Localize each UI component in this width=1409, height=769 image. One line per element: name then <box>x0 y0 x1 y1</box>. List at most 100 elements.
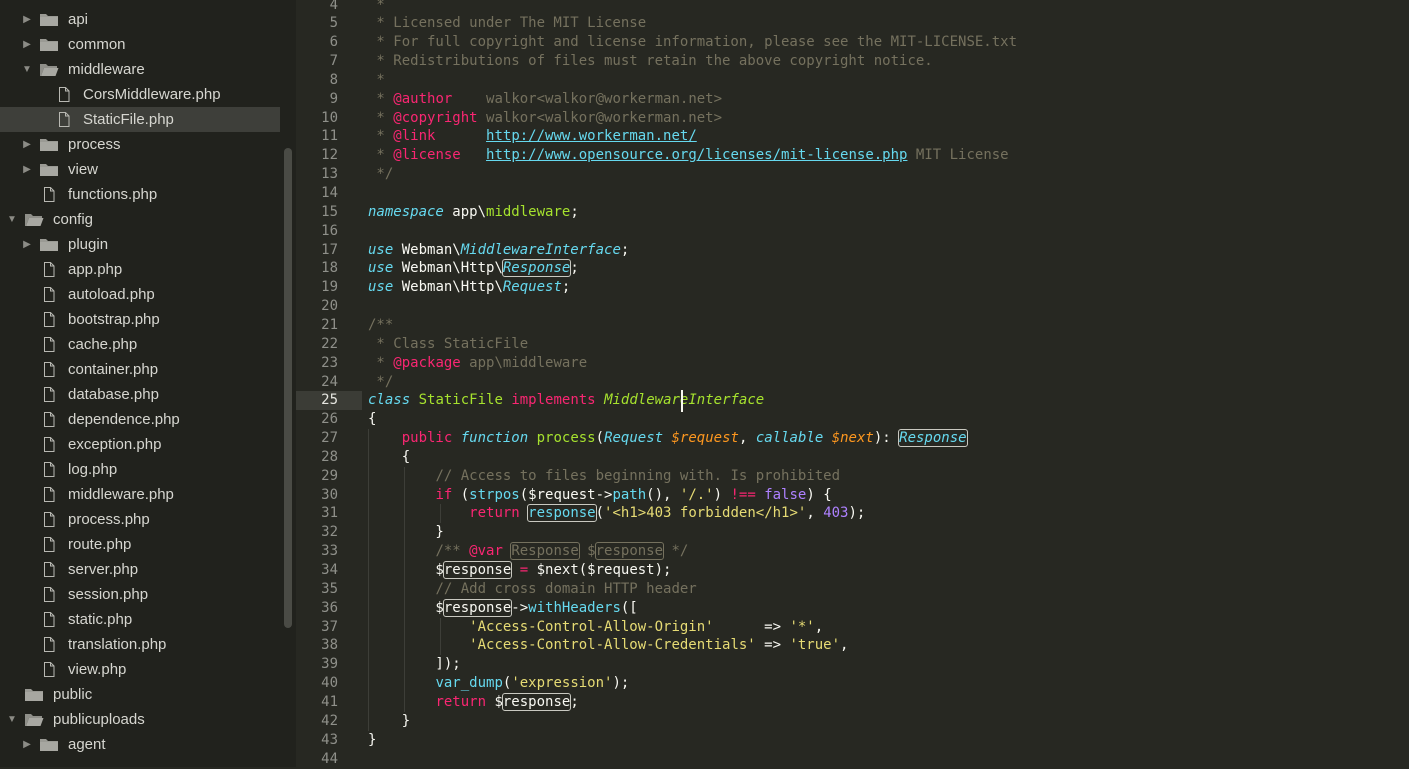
tree-folder[interactable]: ▶ agent <box>0 732 280 757</box>
tree-file[interactable]: route.php <box>0 532 280 557</box>
tree-file[interactable]: translation.php <box>0 632 280 657</box>
code-line[interactable]: * @author walkor<walkor@workerman.net> <box>368 90 722 109</box>
code-token: ): <box>873 430 900 447</box>
code-line[interactable]: * Redistributions of files must retain t… <box>368 52 932 71</box>
code-line[interactable]: namespace app\middleware; <box>368 203 579 222</box>
code-line[interactable]: } <box>368 712 410 731</box>
tree-file[interactable]: process.php <box>0 507 280 532</box>
chevron-down-icon[interactable]: ▼ <box>21 57 33 82</box>
code-editor[interactable]: 4 5 6 7 8 9 10 11 12 13 14 15 16 17 18 19 20 21 22 23 24 25 26… <box>296 0 1409 767</box>
tree-file[interactable]: log.php <box>0 457 280 482</box>
code-line[interactable]: * @license http://www.opensource.org/lic… <box>368 146 1008 165</box>
code-line[interactable]: // Add cross domain HTTP header <box>368 580 696 599</box>
tree-file[interactable]: session.php <box>0 582 280 607</box>
tree-file[interactable]: server.php <box>0 557 280 582</box>
code-line[interactable]: * @link http://www.workerman.net/ <box>368 127 696 146</box>
tree-folder[interactable]: ▶ api <box>0 7 280 32</box>
code-line[interactable]: class StaticFile implements MiddlewareIn… <box>368 391 764 410</box>
line-number: 23 <box>321 354 338 371</box>
code-line[interactable]: // Access to files beginning with. Is pr… <box>368 467 840 486</box>
code-token: (), <box>646 486 680 503</box>
tree-file[interactable]: cache.php <box>0 332 280 357</box>
code-line[interactable]: * Class StaticFile <box>368 335 528 354</box>
tree-folder[interactable]: ▼ config <box>0 207 280 232</box>
file-icon <box>39 411 59 428</box>
tree-file[interactable]: StaticFile.php <box>0 107 280 132</box>
code-line[interactable]: { <box>368 448 410 467</box>
chevron-right-icon[interactable]: ▶ <box>21 7 33 32</box>
code-line[interactable]: * @package app\middleware <box>368 354 587 373</box>
tree-folder[interactable]: ▶ process <box>0 132 280 157</box>
tree-folder[interactable]: ▶ view <box>0 157 280 182</box>
code-line[interactable]: { <box>368 410 376 429</box>
tree-file[interactable]: dependence.php <box>0 407 280 432</box>
line-number: 28 <box>321 448 338 465</box>
tree-file[interactable]: autoload.php <box>0 282 280 307</box>
code-line[interactable]: 'Access-Control-Allow-Origin' => '*', <box>368 618 823 637</box>
code-token: ); <box>848 505 866 522</box>
line-number-gutter: 4 5 6 7 8 9 10 11 12 13 14 15 16 17 18 19 20 21 22 23 24 25 26… <box>296 0 362 767</box>
tree-folder[interactable]: ▶ common <box>0 32 280 57</box>
chevron-down-icon[interactable]: ▼ <box>6 707 18 732</box>
code-line[interactable]: return $response; <box>368 692 579 712</box>
code-line[interactable]: * Licensed under The MIT License <box>368 14 646 33</box>
chevron-right-icon[interactable]: ▶ <box>21 232 33 257</box>
tree-file[interactable]: CorsMiddleware.php <box>0 82 280 107</box>
code-line[interactable]: */ <box>368 165 393 184</box>
code-line[interactable]: * <box>368 71 384 90</box>
line-number: 41 <box>321 693 338 710</box>
chevron-down-icon[interactable]: ▼ <box>6 207 18 232</box>
code-line[interactable]: use Webman\MiddlewareInterface; <box>368 241 629 260</box>
chevron-right-icon[interactable]: ▶ <box>21 32 33 57</box>
code-line[interactable]: $response = $next($request); <box>368 561 671 580</box>
code-line[interactable]: var_dump('expression'); <box>368 674 629 693</box>
tree-file[interactable]: database.php <box>0 382 280 407</box>
code-token: response <box>594 542 665 561</box>
tree-folder[interactable]: ▶ plugin <box>0 232 280 257</box>
tree-file[interactable]: app.php <box>0 257 280 282</box>
code-token: * <box>368 128 394 145</box>
chevron-right-icon[interactable]: ▶ <box>21 132 33 157</box>
code-line[interactable]: */ <box>368 373 393 392</box>
code-line[interactable]: } <box>368 731 376 750</box>
code-line[interactable]: * @copyright walkor<walkor@workerman.net… <box>368 109 722 128</box>
tree-folder[interactable]: ▼ middleware <box>0 57 280 82</box>
tree-file[interactable]: view.php <box>0 657 280 682</box>
chevron-right-icon[interactable]: ▶ <box>21 732 33 757</box>
code-line[interactable]: public function process(Request $request… <box>368 429 968 448</box>
code-line[interactable]: /** <box>368 316 393 335</box>
code-token: 'true' <box>789 637 841 654</box>
code-line[interactable]: * <box>368 0 384 15</box>
code-token: app\middleware <box>460 354 588 371</box>
code-line[interactable]: return response('<h1>403 forbidden</h1>'… <box>368 504 865 523</box>
tree-item-label: autoload.php <box>68 286 155 303</box>
code-line[interactable]: } <box>368 523 443 542</box>
code-line[interactable]: ]); <box>368 655 460 674</box>
code-line[interactable]: use Webman\Http\Request; <box>368 278 570 297</box>
tree-folder[interactable]: ▼ publicuploads <box>0 707 280 732</box>
tree-file[interactable]: functions.php <box>0 182 280 207</box>
sidebar-scrollbar[interactable] <box>284 148 292 628</box>
code-line[interactable]: use Webman\Http\Response; <box>368 259 579 278</box>
code-token: * For full copyright and license informa… <box>368 34 1018 51</box>
tree-file[interactable]: middleware.php <box>0 482 280 507</box>
tree-file[interactable]: bootstrap.php <box>0 307 280 332</box>
code-line[interactable]: if (strpos($request->path(), '/.') !== f… <box>368 486 831 505</box>
code-line[interactable]: $response->withHeaders([ <box>368 598 638 618</box>
tree-file[interactable]: exception.php <box>0 432 280 457</box>
chevron-right-icon[interactable]: ▶ <box>21 157 33 182</box>
code-line[interactable]: * For full copyright and license informa… <box>368 33 1017 52</box>
tree-file[interactable]: static.php <box>0 607 280 632</box>
file-icon <box>39 336 59 353</box>
line-number: 31 <box>321 505 338 522</box>
code-line[interactable]: /** @var Response $response */ <box>368 542 688 561</box>
tree-file[interactable]: container.php <box>0 357 280 382</box>
code-token: use <box>368 241 394 258</box>
code-token: , <box>806 505 824 522</box>
tree-item-label: config <box>53 211 94 228</box>
indent-guide <box>368 429 369 731</box>
tree-folder[interactable]: public <box>0 682 280 707</box>
tree-item-label: server.php <box>68 561 139 578</box>
